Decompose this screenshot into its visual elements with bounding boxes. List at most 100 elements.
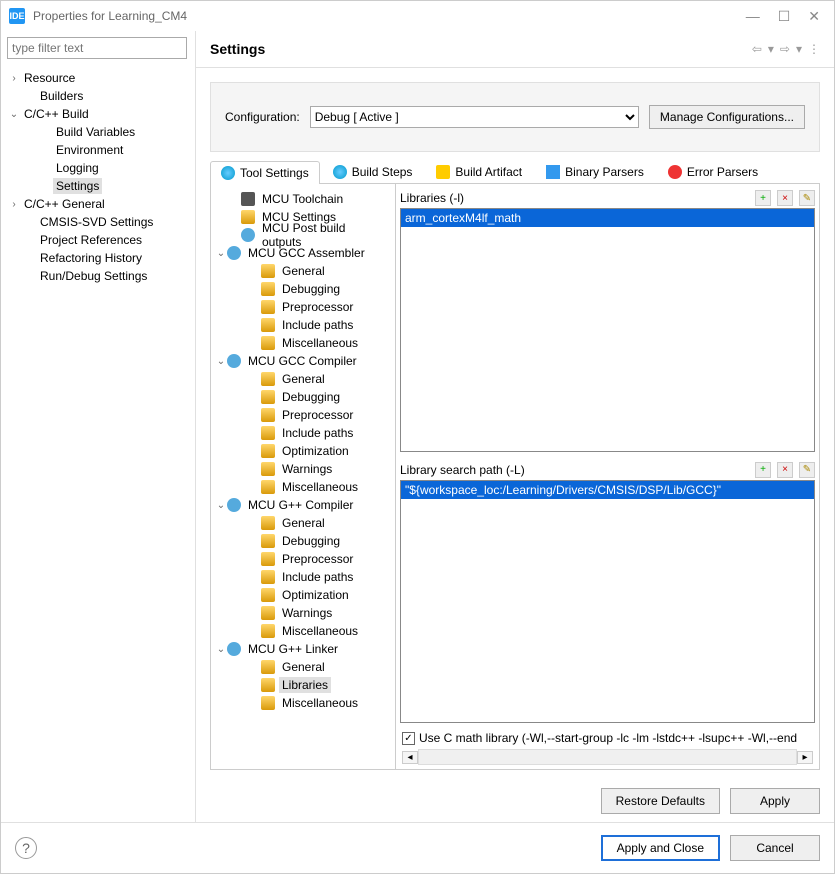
tool-tree-item[interactable]: Warnings — [215, 604, 391, 622]
tree-item-icon — [241, 228, 255, 242]
category-label: Refactoring History — [37, 250, 145, 266]
category-item[interactable]: ›C/C++ General — [7, 195, 189, 213]
expand-icon[interactable]: › — [7, 73, 21, 84]
tree-item-label: General — [279, 515, 328, 531]
tool-tree-item[interactable]: Include paths — [215, 568, 391, 586]
edit-library-icon[interactable] — [799, 190, 815, 206]
category-item[interactable]: Build Variables — [7, 123, 189, 141]
category-item[interactable]: Environment — [7, 141, 189, 159]
category-item[interactable]: ›Resource — [7, 69, 189, 87]
category-item[interactable]: ⌄C/C++ Build — [7, 105, 189, 123]
apply-button[interactable]: Apply — [730, 788, 820, 814]
tab-tool-settings[interactable]: Tool Settings — [210, 161, 320, 184]
category-item[interactable]: Settings — [7, 177, 189, 195]
edit-path-icon[interactable] — [799, 462, 815, 478]
tool-tree-item[interactable]: MCU Toolchain — [215, 190, 391, 208]
tool-tree-item[interactable]: Libraries — [215, 676, 391, 694]
tool-tree-item[interactable]: Warnings — [215, 460, 391, 478]
tool-tree-item[interactable]: Preprocessor — [215, 406, 391, 424]
expand-icon[interactable]: ⌄ — [215, 644, 227, 655]
checkbox-icon[interactable]: ✓ — [402, 732, 415, 745]
tool-tree-item[interactable]: ⌄MCU G++ Linker — [215, 640, 391, 658]
scroll-left-icon[interactable]: ◂ — [402, 751, 418, 764]
add-path-icon[interactable] — [755, 462, 771, 478]
tool-tree-item[interactable]: Debugging — [215, 280, 391, 298]
back-icon[interactable]: ⇦ — [752, 42, 762, 56]
tool-tree-item[interactable]: Include paths — [215, 424, 391, 442]
remove-library-icon[interactable] — [777, 190, 793, 206]
list-item[interactable]: arm_cortexM4lf_math — [401, 209, 814, 227]
tool-tree-item[interactable]: Miscellaneous — [215, 694, 391, 712]
tab-error-parsers[interactable]: Error Parsers — [657, 160, 769, 183]
tab-binary-parsers[interactable]: Binary Parsers — [535, 160, 655, 183]
library-path-list[interactable]: "${workspace_loc:/Learning/Drivers/CMSIS… — [400, 480, 815, 724]
category-item[interactable]: Run/Debug Settings — [7, 267, 189, 285]
forward-icon[interactable]: ⇨ — [780, 42, 790, 56]
restore-defaults-button[interactable]: Restore Defaults — [601, 788, 720, 814]
tab-label: Build Artifact — [455, 165, 522, 179]
tool-tree-item[interactable]: Debugging — [215, 388, 391, 406]
help-icon[interactable]: ? — [15, 837, 37, 859]
tool-tree-item[interactable]: MCU Post build outputs — [215, 226, 391, 244]
libraries-list[interactable]: arm_cortexM4lf_math — [400, 208, 815, 452]
remove-path-icon[interactable] — [777, 462, 793, 478]
tool-tree-item[interactable]: Debugging — [215, 532, 391, 550]
window-title: Properties for Learning_CM4 — [33, 9, 746, 23]
menu-icon[interactable]: ⋮ — [808, 42, 820, 56]
tool-tree-item[interactable]: ⌄MCU GCC Assembler — [215, 244, 391, 262]
tool-tree-item[interactable]: Preprocessor — [215, 550, 391, 568]
tool-tree-item[interactable]: Preprocessor — [215, 298, 391, 316]
tree-item-label: Miscellaneous — [279, 623, 361, 639]
tree-item-icon — [261, 372, 275, 386]
expand-icon[interactable]: ⌄ — [215, 248, 227, 259]
apply-and-close-button[interactable]: Apply and Close — [601, 835, 720, 861]
expand-icon[interactable]: ⌄ — [215, 356, 227, 367]
category-item[interactable]: Builders — [7, 87, 189, 105]
forward-menu-icon[interactable]: ▾ — [796, 42, 802, 56]
category-item[interactable]: Logging — [7, 159, 189, 177]
configuration-select[interactable]: Debug [ Active ] — [310, 106, 639, 128]
tab-label: Binary Parsers — [565, 165, 644, 179]
cancel-button[interactable]: Cancel — [730, 835, 820, 861]
tree-item-icon — [227, 498, 241, 512]
category-item[interactable]: Project References — [7, 231, 189, 249]
tool-tree-item[interactable]: General — [215, 658, 391, 676]
tool-tree-item[interactable]: Miscellaneous — [215, 334, 391, 352]
tab-build-steps[interactable]: Build Steps — [322, 160, 424, 183]
tool-tree-item[interactable]: General — [215, 514, 391, 532]
tool-tree-item[interactable]: Optimization — [215, 586, 391, 604]
tool-tree-item[interactable]: ⌄MCU GCC Compiler — [215, 352, 391, 370]
scroll-right-icon[interactable]: ▸ — [797, 751, 813, 764]
tree-item-icon — [227, 246, 241, 260]
minimize-icon[interactable]: — — [746, 8, 760, 25]
back-menu-icon[interactable]: ▾ — [768, 42, 774, 56]
tool-tree-item[interactable]: General — [215, 262, 391, 280]
tree-item-icon — [261, 264, 275, 278]
tab-build-artifact[interactable]: Build Artifact — [425, 160, 533, 183]
tool-tree-item[interactable]: Miscellaneous — [215, 478, 391, 496]
list-item[interactable]: "${workspace_loc:/Learning/Drivers/CMSIS… — [401, 481, 814, 499]
tab-icon — [546, 165, 560, 179]
filter-input[interactable] — [7, 37, 187, 59]
category-label: Resource — [21, 70, 78, 86]
maximize-icon[interactable]: ☐ — [778, 8, 791, 25]
category-item[interactable]: Refactoring History — [7, 249, 189, 267]
c-math-check-row[interactable]: ✓ Use C math library (-Wl,--start-group … — [396, 727, 819, 749]
expand-icon[interactable]: › — [7, 199, 21, 210]
tree-item-icon — [261, 570, 275, 584]
close-icon[interactable]: ✕ — [808, 8, 820, 25]
tool-tree-item[interactable]: ⌄ MCU G++ Compiler — [215, 496, 391, 514]
tab-label: Build Steps — [352, 165, 413, 179]
tool-tree-item[interactable]: General — [215, 370, 391, 388]
expand-icon[interactable]: ⌄ — [215, 500, 227, 511]
expand-icon[interactable]: ⌄ — [7, 109, 21, 120]
library-path-label: Library search path (-L) — [400, 463, 755, 477]
tool-tree-item[interactable]: Include paths — [215, 316, 391, 334]
category-item[interactable]: CMSIS-SVD Settings — [7, 213, 189, 231]
manage-configurations-button[interactable]: Manage Configurations... — [649, 105, 805, 129]
scroll-track[interactable] — [418, 749, 797, 765]
tool-tree-item[interactable]: Miscellaneous — [215, 622, 391, 640]
tree-item-label: MCU G++ Compiler — [245, 497, 356, 513]
tool-tree-item[interactable]: Optimization — [215, 442, 391, 460]
add-library-icon[interactable] — [755, 190, 771, 206]
